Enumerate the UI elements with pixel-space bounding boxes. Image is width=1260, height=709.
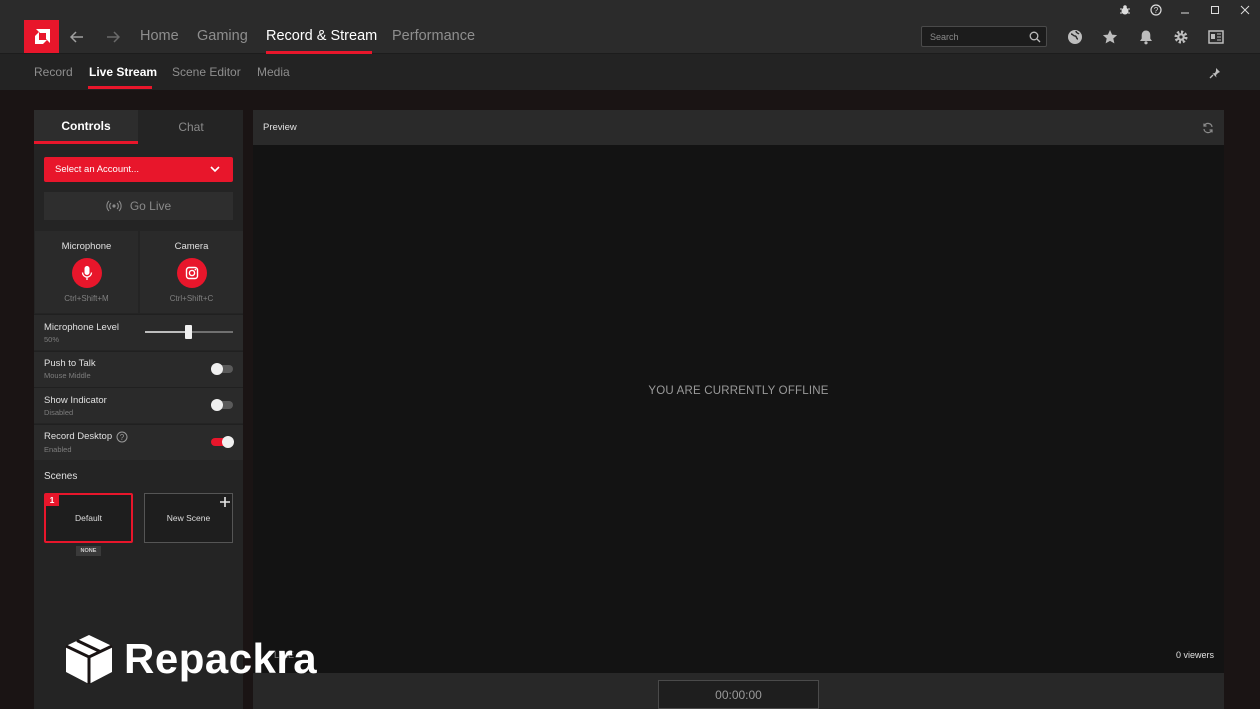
stream-timer: 00:00:00 — [658, 680, 819, 709]
preview-title: Preview — [263, 122, 297, 133]
help-circle-icon[interactable]: ? — [116, 430, 128, 448]
camera-shortcut: Ctrl+Shift+C — [169, 294, 214, 303]
camera-toggle-button[interactable] — [176, 258, 207, 288]
scenes-heading: Scenes — [44, 471, 78, 482]
camera-icon — [185, 266, 199, 280]
search-box[interactable] — [921, 26, 1047, 47]
record-desktop-label: Record Desktop — [44, 431, 113, 442]
help-icon[interactable]: ? — [1141, 0, 1171, 20]
microphone-shortcut: Ctrl+Shift+M — [64, 294, 109, 303]
globe-icon[interactable] — [1066, 28, 1084, 46]
svg-text:?: ? — [120, 433, 125, 442]
microphone-card: Microphone Ctrl+Shift+M — [35, 231, 138, 313]
minimize-icon[interactable] — [1170, 0, 1200, 20]
nav-tab-record-stream[interactable]: Record & Stream — [266, 28, 377, 44]
push-to-talk-label: Push to Talk — [44, 358, 96, 369]
microphone-toggle-button[interactable] — [71, 258, 102, 288]
microphone-level-label: Microphone Level — [44, 322, 119, 333]
broadcast-icon — [106, 200, 122, 212]
account-select[interactable]: Select an Account... — [44, 157, 233, 182]
star-icon[interactable] — [1101, 28, 1119, 46]
close-icon[interactable] — [1230, 0, 1260, 20]
box-logo-icon — [60, 632, 118, 686]
microphone-level-fill — [145, 331, 189, 333]
account-select-label: Select an Account... — [55, 164, 139, 175]
search-icon[interactable] — [1029, 30, 1041, 48]
microphone-level-thumb[interactable] — [185, 325, 192, 339]
show-indicator-sub: Disabled — [44, 408, 74, 417]
gear-icon[interactable] — [1172, 28, 1190, 46]
tab-chat[interactable]: Chat — [139, 110, 243, 144]
title-bar — [0, 0, 1260, 20]
scene-default-label: Default — [75, 513, 102, 523]
nav-tab-performance[interactable]: Performance — [392, 28, 475, 44]
go-live-button[interactable]: Go Live — [44, 192, 233, 220]
active-subtab-indicator — [88, 86, 152, 89]
tab-controls[interactable]: Controls — [34, 110, 138, 144]
search-input[interactable] — [922, 27, 1022, 46]
refresh-icon[interactable] — [1202, 121, 1214, 139]
subtab-media[interactable]: Media — [257, 65, 290, 79]
maximize-icon[interactable] — [1200, 0, 1230, 20]
scene-number-badge: 1 — [45, 494, 59, 506]
svg-text:?: ? — [1154, 6, 1159, 15]
preview-header — [253, 110, 1224, 145]
microphone-label: Microphone — [61, 241, 112, 252]
pin-icon[interactable] — [1209, 66, 1221, 84]
camera-card: Camera Ctrl+Shift+C — [140, 231, 243, 313]
forward-arrow-icon[interactable] — [103, 28, 123, 46]
go-live-label: Go Live — [129, 199, 172, 213]
new-scene-label: New Scene — [166, 513, 211, 523]
plus-icon[interactable] — [219, 495, 231, 513]
offline-message: YOU ARE CURRENTLY OFFLINE — [648, 385, 829, 397]
push-to-talk-toggle[interactable] — [211, 363, 233, 375]
watermark: Repackra — [60, 630, 317, 688]
record-desktop-toggle[interactable] — [211, 436, 234, 448]
bell-icon[interactable] — [1137, 28, 1155, 46]
subtab-scene-editor[interactable]: Scene Editor — [172, 65, 241, 79]
microphone-icon — [81, 265, 93, 281]
show-indicator-toggle[interactable] — [211, 399, 233, 411]
watermark-text: Repackra — [124, 635, 318, 682]
subtab-record[interactable]: Record — [34, 65, 73, 79]
bug-icon[interactable] — [1110, 0, 1140, 20]
camera-label: Camera — [174, 241, 209, 252]
preview-area — [253, 110, 1224, 709]
chevron-down-icon — [210, 165, 220, 176]
subtab-live-stream[interactable]: Live Stream — [89, 65, 157, 79]
account-card-icon[interactable] — [1207, 28, 1225, 46]
nav-tab-gaming[interactable]: Gaming — [197, 28, 248, 44]
back-arrow-icon[interactable] — [67, 28, 87, 46]
nav-tab-home[interactable]: Home — [140, 28, 179, 44]
viewer-count: 0 viewers — [1175, 650, 1214, 660]
scene-hotkey-tag: NONE — [76, 546, 101, 556]
amd-logo[interactable] — [24, 20, 59, 53]
microphone-level-value: 50% — [44, 335, 60, 344]
push-to-talk-sub: Mouse Middle — [44, 371, 91, 380]
record-desktop-sub: Enabled — [44, 445, 72, 454]
show-indicator-label: Show Indicator — [44, 395, 107, 406]
